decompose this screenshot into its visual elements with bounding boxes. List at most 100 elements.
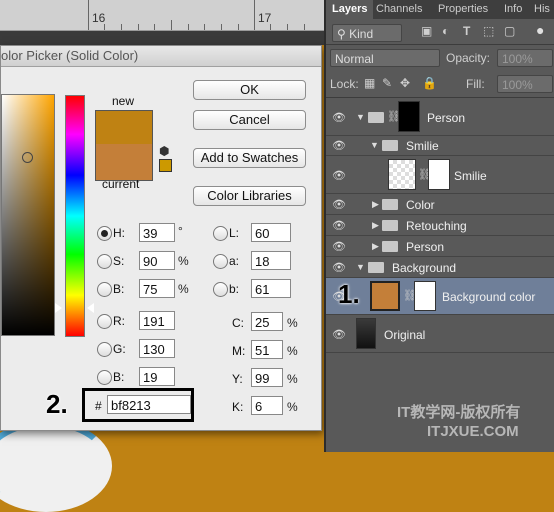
cancel-button[interactable]: Cancel: [193, 110, 306, 130]
color-libraries-button[interactable]: Color Libraries: [193, 186, 306, 206]
visibility-eye-icon[interactable]: 👁: [332, 111, 346, 124]
fill-layer-thumbnail[interactable]: [370, 281, 400, 311]
blend-mode-select[interactable]: Normal: [330, 49, 440, 67]
tab-layers[interactable]: Layers: [326, 0, 374, 19]
layer-mask-thumbnail[interactable]: [398, 101, 420, 132]
black-field[interactable]: 6: [251, 396, 283, 415]
green-field[interactable]: 130: [139, 339, 175, 358]
a-channel-radio[interactable]: [213, 254, 228, 269]
cyan-unit: %: [287, 316, 298, 330]
layer-row-person[interactable]: 👁 ▶ Person: [326, 236, 554, 257]
lock-image-icon[interactable]: ✎: [382, 76, 392, 90]
layer-row-person-group[interactable]: 👁 ▼ ⛓ Person: [326, 98, 554, 136]
green-radio[interactable]: [97, 342, 112, 357]
filter-pixel-icon[interactable]: ▣: [421, 24, 432, 38]
filter-kind-select[interactable]: ⚲ Kind: [332, 24, 402, 42]
hex-field[interactable]: bf8213: [107, 395, 191, 414]
filter-shape-icon[interactable]: ⬚: [483, 24, 494, 38]
layer-name[interactable]: Color: [406, 198, 435, 212]
lightness-field[interactable]: 60: [251, 223, 291, 242]
saturation-brightness-field[interactable]: [1, 94, 55, 336]
color-picker-cursor[interactable]: [22, 152, 33, 163]
visibility-eye-icon[interactable]: 👁: [332, 328, 346, 341]
layer-row-smilie-group[interactable]: 👁 ▼ Smilie: [326, 136, 554, 156]
layer-mask-thumbnail[interactable]: [428, 159, 450, 190]
expand-triangle-icon[interactable]: ▶: [372, 241, 379, 252]
saturation-label: S:: [113, 254, 125, 268]
collapse-triangle-icon[interactable]: ▼: [356, 262, 365, 272]
b-channel-field[interactable]: 61: [251, 279, 291, 298]
a-channel-label: a:: [229, 254, 240, 268]
red-radio[interactable]: [97, 314, 112, 329]
tab-properties[interactable]: Properties: [438, 0, 488, 19]
hue-slider-left-arrow-icon[interactable]: [55, 303, 62, 313]
collapse-triangle-icon[interactable]: ▼: [370, 140, 379, 150]
opacity-field[interactable]: 100%: [497, 49, 553, 67]
layer-name[interactable]: Smilie: [406, 139, 439, 153]
tab-history[interactable]: His: [534, 0, 550, 19]
visibility-eye-icon[interactable]: 👁: [332, 139, 346, 152]
saturation-radio[interactable]: [97, 254, 112, 269]
layer-name[interactable]: Person: [406, 240, 444, 254]
filter-adjustment-icon[interactable]: ◐: [442, 24, 449, 38]
layer-thumbnail[interactable]: [356, 318, 376, 349]
black-unit: %: [287, 400, 298, 414]
canvas-edge: [0, 31, 324, 45]
ok-button[interactable]: OK: [193, 80, 306, 100]
layer-name[interactable]: Smilie: [454, 169, 487, 183]
layer-row-retouching[interactable]: 👁 ▶ Retouching: [326, 215, 554, 236]
lightness-radio[interactable]: [213, 226, 228, 241]
filter-toggle-icon[interactable]: ●: [536, 22, 544, 38]
green-label: G:: [113, 342, 126, 356]
tab-channels[interactable]: Channels: [376, 0, 422, 19]
layer-row-color[interactable]: 👁 ▶ Color: [326, 194, 554, 215]
visibility-eye-icon[interactable]: 👁: [332, 169, 346, 182]
tab-info[interactable]: Info: [504, 0, 522, 19]
yellow-field[interactable]: 99: [251, 368, 283, 387]
hue-slider[interactable]: [65, 95, 85, 337]
folder-icon: [382, 140, 398, 151]
brightness-unit: %: [178, 282, 189, 296]
blue-radio[interactable]: [97, 370, 112, 385]
b-channel-radio[interactable]: [213, 282, 228, 297]
filter-smart-object-icon[interactable]: ▢: [504, 24, 515, 38]
visibility-eye-icon[interactable]: 👁: [332, 198, 346, 211]
a-channel-field[interactable]: 18: [251, 251, 291, 270]
saturation-field[interactable]: 90: [139, 251, 175, 270]
layer-name[interactable]: Background: [392, 261, 456, 275]
lock-all-icon[interactable]: 🔒: [422, 76, 437, 90]
layer-name[interactable]: Person: [427, 111, 465, 125]
lock-transparency-icon[interactable]: ▦: [364, 76, 375, 90]
visibility-eye-icon[interactable]: 👁: [332, 261, 346, 274]
cyan-field[interactable]: 25: [251, 312, 283, 331]
layer-row-background-group[interactable]: 👁 ▼ Background: [326, 257, 554, 278]
lock-position-icon[interactable]: ✥: [400, 76, 410, 90]
layer-name[interactable]: Background color: [442, 290, 535, 304]
filter-type-icon[interactable]: T: [463, 24, 470, 38]
web-safe-color-swatch[interactable]: [159, 159, 172, 172]
magenta-field[interactable]: 51: [251, 340, 283, 359]
layer-row-background-color[interactable]: 👁 ⛓ Background color: [326, 278, 554, 315]
blue-field[interactable]: 19: [139, 367, 175, 386]
layer-name[interactable]: Original: [384, 328, 425, 342]
layer-thumbnail[interactable]: [388, 159, 416, 190]
brightness-field[interactable]: 75: [139, 279, 175, 298]
hue-field[interactable]: 39: [139, 223, 175, 242]
expand-triangle-icon[interactable]: ▶: [372, 199, 379, 210]
layer-row-original[interactable]: 👁 Original: [326, 315, 554, 353]
hue-radio[interactable]: [97, 226, 112, 241]
brightness-radio[interactable]: [97, 282, 112, 297]
visibility-eye-icon[interactable]: 👁: [332, 219, 346, 232]
layer-mask-thumbnail[interactable]: [414, 281, 436, 311]
fill-field[interactable]: 100%: [497, 75, 553, 93]
expand-triangle-icon[interactable]: ▶: [372, 220, 379, 231]
add-to-swatches-button[interactable]: Add to Swatches: [193, 148, 306, 168]
layer-row-smilie[interactable]: 👁 ⛓ Smilie: [326, 156, 554, 194]
hue-slider-right-arrow-icon[interactable]: [87, 303, 94, 313]
red-field[interactable]: 191: [139, 311, 175, 330]
current-color-swatch[interactable]: [95, 144, 153, 181]
layer-name[interactable]: Retouching: [406, 219, 467, 233]
web-safe-cube-icon[interactable]: ⬢: [159, 144, 169, 158]
collapse-triangle-icon[interactable]: ▼: [356, 112, 365, 122]
visibility-eye-icon[interactable]: 👁: [332, 240, 346, 253]
